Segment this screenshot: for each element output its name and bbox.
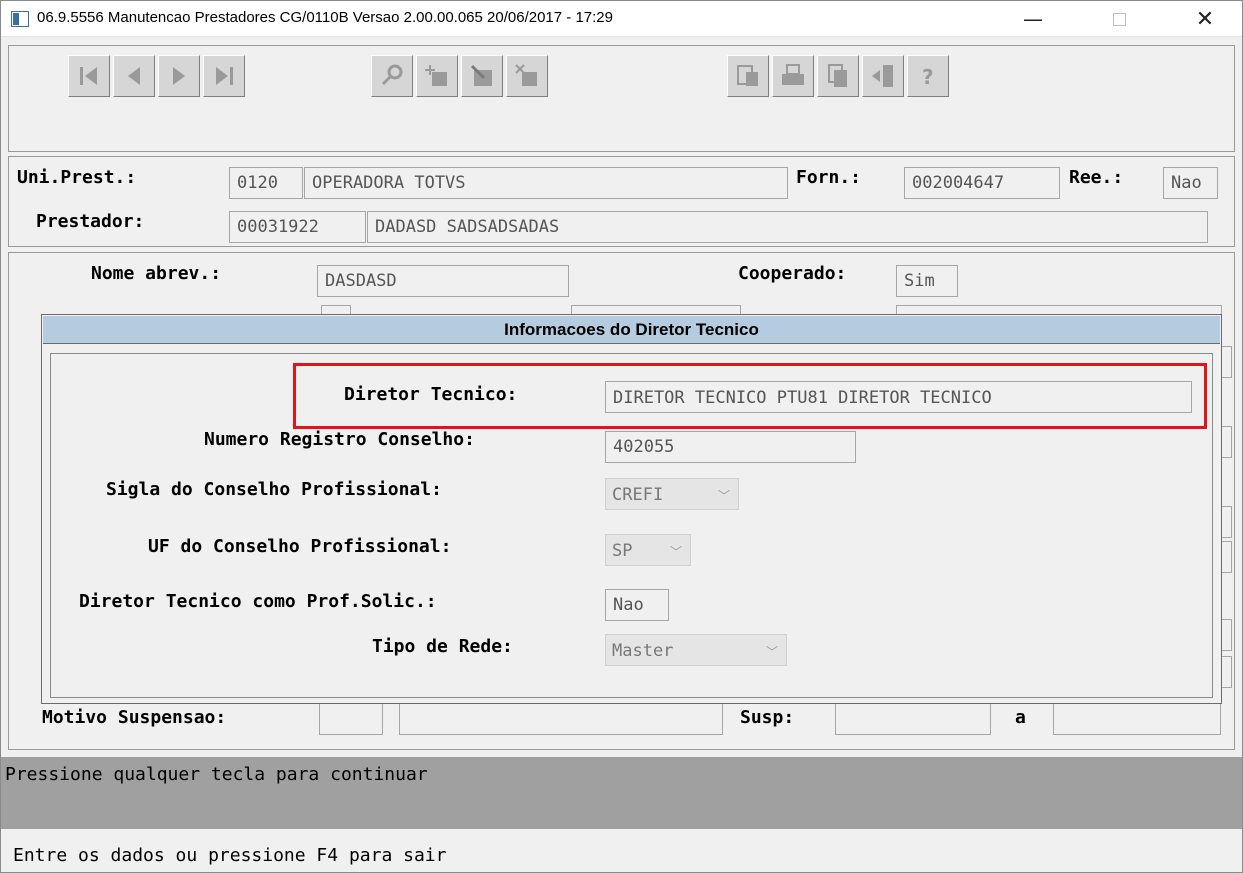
key-icon [381,64,403,86]
filter-button[interactable] [727,55,769,97]
nome-abrev-field[interactable]: DASDASD [317,265,569,297]
numero-registro-field[interactable]: 402055 [605,431,856,463]
uf-conselho-select[interactable]: SP ﹀ [605,534,691,566]
maximize-icon [1112,12,1126,26]
chevron-down-icon: ﹀ [765,645,778,659]
susp-from-field[interactable] [835,703,991,735]
print-button[interactable] [772,55,814,97]
chevron-down-icon: ﹀ [669,545,682,559]
app-window: 06.9.5556 Manutencao Prestadores CG/0110… [0,0,1243,873]
help-icon: ? [922,65,934,89]
numero-registro-label: Numero Registro Conselho: [204,429,475,450]
tipo-rede-select[interactable]: Master ﹀ [605,634,787,666]
motivo-suspensao-desc-field[interactable] [399,703,723,735]
triangle-left-icon [128,67,140,85]
copy-icon [828,64,847,87]
prestador-label: Prestador: [36,211,145,232]
status-message: Pressione qualquer tecla para continuar [1,757,1242,829]
sigla-conselho-select[interactable]: CREFI ﹀ [605,478,739,510]
forn-label: Forn.: [796,167,862,188]
app-icon [11,11,29,27]
nome-abrev-label: Nome abrev.: [91,263,222,284]
highlight-box [293,363,1207,429]
sigla-conselho-label: Sigla do Conselho Profissional: [106,479,442,500]
add-button[interactable] [416,55,458,97]
cooperado-field[interactable]: Sim [896,265,958,297]
previous-record-button[interactable] [113,55,155,97]
svg-text:?: ? [922,65,934,89]
susp-a-label: a [1015,707,1026,728]
susp-label: Susp: [740,707,795,728]
dialog-title: Informacoes do Diretor Tecnico [43,316,1220,344]
cooperado-label: Cooperado: [738,263,847,284]
filter-icon [737,65,758,86]
triangle-right-icon [173,67,185,85]
copy-button[interactable] [817,55,859,97]
status-hint: Entre os dados ou pressione F4 para sair [1,837,1242,872]
prof-solic-label: Diretor Tecnico como Prof.Solic.: [79,591,437,612]
uni-prest-code-field[interactable]: 0120 [229,167,303,199]
prestador-name-field[interactable]: DADASD SADSADSADAS [367,211,1208,243]
edit-record-icon [470,64,492,86]
exit-icon [872,65,893,87]
printer-icon [782,64,804,85]
susp-to-field[interactable] [1053,703,1221,735]
uni-prest-name-field[interactable]: OPERADORA TOTVS [304,167,788,199]
search-button[interactable] [371,55,413,97]
prof-solic-field[interactable]: Nao [605,589,669,621]
motivo-suspensao-label: Motivo Suspensao: [42,707,227,728]
uni-prest-label: Uni.Prest.: [17,167,137,188]
prestador-code-field[interactable]: 00031922 [229,211,366,243]
add-record-icon [425,65,447,86]
sigla-conselho-value: CREFI [612,485,664,505]
window-title: 06.9.5556 Manutencao Prestadores CG/0110… [37,9,613,26]
ree-label: Ree.: [1069,167,1124,188]
motivo-suspensao-code-field[interactable] [319,703,383,735]
delete-record-icon [515,64,537,86]
tipo-rede-label: Tipo de Rede: [372,636,513,657]
last-record-button[interactable] [203,55,245,97]
skip-first-icon [80,67,97,85]
next-record-button[interactable] [158,55,200,97]
uf-conselho-label: UF do Conselho Profissional: [148,536,452,557]
help-button[interactable]: ? [907,55,949,97]
toolbar: ? [8,45,1235,152]
delete-button[interactable] [506,55,548,97]
maximize-button[interactable] [1091,1,1147,37]
title-bar: 06.9.5556 Manutencao Prestadores CG/0110… [1,1,1242,37]
close-button[interactable]: ✕ [1177,1,1233,37]
skip-last-icon [216,67,233,85]
forn-field[interactable]: 002004647 [904,167,1060,199]
minimize-button[interactable]: — [1005,1,1061,37]
chevron-down-icon: ﹀ [717,489,730,503]
uf-conselho-value: SP [612,541,633,561]
exit-button[interactable] [862,55,904,97]
ree-field[interactable]: Nao [1163,167,1218,199]
first-record-button[interactable] [68,55,110,97]
edit-button[interactable] [461,55,503,97]
tipo-rede-value: Master [612,641,674,661]
